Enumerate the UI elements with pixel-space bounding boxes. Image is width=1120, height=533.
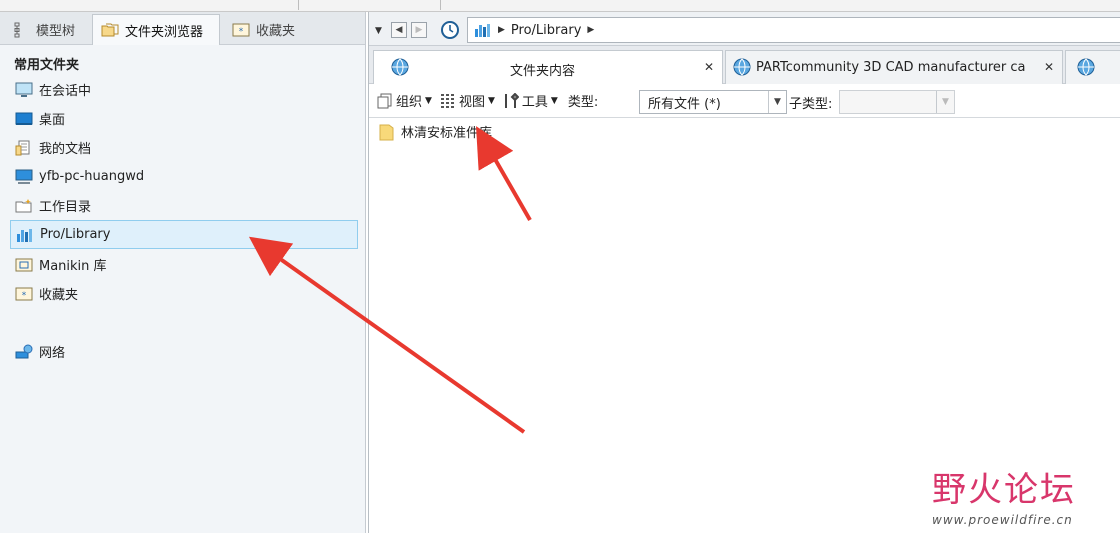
pro-library-icon [15,226,35,244]
watermark: 野火论坛 www.proewildfire.cn [932,462,1076,527]
folder-item-manikin-library[interactable]: Manikin 库 [10,250,358,279]
folder-item-label: Pro/Library [40,227,111,242]
folder-item-label: 在会话中 [39,84,92,99]
chevron-down-icon: ▼ [487,95,495,106]
close-icon[interactable]: ✕ [704,60,714,74]
watermark-title: 野火论坛 [932,462,1076,511]
svg-text:*: * [22,291,27,301]
folder-item-favorites[interactable]: * 收藏夹 [10,279,358,308]
close-icon[interactable]: ✕ [1044,60,1054,74]
folder-item-label: Manikin 库 [39,259,107,274]
folder-item-label: 网络 [39,346,66,361]
folder-item-label: 桌面 [39,113,66,128]
folder-item-in-session[interactable]: 在会话中 [10,75,358,104]
chevron-down-icon: ▼ [425,95,432,106]
tab-folder-contents[interactable]: 文件夹内容 ✕ [373,50,723,84]
navigator-panel: 模型树 文件夹浏览器 * 收藏夹 常用文件夹 在会话中 桌面 我的文档 yfb-… [0,12,366,533]
type-select[interactable]: 所有文件 (*) ▼ [639,90,787,114]
views-label: 视图 [458,95,485,110]
address-bar: ▼ ◀ ▶ ▶ Pro/Library ▶ [369,12,1120,46]
forward-button[interactable]: ▶ [411,22,427,38]
tab-favorites-label: 收藏夹 [256,24,296,39]
folder-item-label: yfb-pc-huangwd [39,169,145,184]
favorites-icon: * [232,21,250,39]
file-item-label: 林清安标准件库 [401,126,493,141]
folder-item-my-documents[interactable]: 我的文档 [10,133,358,162]
browser-panel: ▼ ◀ ▶ ▶ Pro/Library ▶ 文件夹内容 ✕ PARTcommun… [368,12,1120,533]
session-monitor-icon [14,81,34,99]
folder-item-desktop[interactable]: 桌面 [10,104,358,133]
chevron-right-icon[interactable]: ▶ [587,25,594,35]
folder-item-network[interactable]: 网络 [10,337,358,366]
tab-more[interactable] [1065,50,1120,84]
subtype-label: 子类型: [789,97,833,112]
common-folders-title: 常用文件夹 [14,58,80,73]
views-menu[interactable]: 视图 ▼ [440,91,495,110]
type-label: 类型: [567,95,599,110]
address-field[interactable]: ▶ Pro/Library ▶ [467,17,1120,43]
documents-icon [14,139,34,157]
folder-item-label: 收藏夹 [39,288,79,303]
pro-library-icon [474,22,492,38]
desktop-icon [14,110,34,128]
tab-model-tree-label: 模型树 [36,24,76,39]
ribbon-edge [0,0,1120,12]
tab-model-tree[interactable]: 模型树 [4,14,90,45]
folder-item-pro-library[interactable]: Pro/Library [10,220,358,249]
watermark-url: www.proewildfire.cn [932,513,1073,527]
address-path: Pro/Library [510,22,582,38]
tools-menu[interactable]: 工具 ▼ [503,91,558,110]
tab-partcommunity[interactable]: PARTcommunity 3D CAD manufacturer ca ✕ [725,50,1063,84]
back-button[interactable]: ◀ [391,22,407,38]
views-icon [440,93,456,109]
folder-item-computer[interactable]: yfb-pc-huangwd [10,162,358,191]
navigator-tabs: 模型树 文件夹浏览器 * 收藏夹 [0,12,365,45]
favorites-folder-icon: * [14,285,34,303]
tab-folder-browser[interactable]: 文件夹浏览器 [92,14,220,45]
organize-icon [377,93,393,109]
chevron-down-icon: ▼ [768,91,786,113]
file-toolbar: 组织 ▼ 视图 ▼ 工具 ▼ 类型: 所有文件 (*) ▼ 子类型: ▼ [369,84,1120,118]
chevron-right-icon[interactable]: ▶ [498,25,505,35]
organize-menu[interactable]: 组织 ▼ [377,91,432,110]
computer-icon [14,168,34,186]
watermark-title-text: 野火论坛 [932,470,1076,510]
chevron-down-icon[interactable]: ▼ [375,26,382,36]
folder-item-working-directory[interactable]: 工作目录 [10,191,358,220]
svg-text:*: * [239,27,244,37]
tab-folder-browser-label: 文件夹浏览器 [125,24,204,40]
chevron-down-icon: ▼ [936,91,954,113]
network-icon [14,343,34,361]
folder-item-label: 我的文档 [39,142,92,157]
ribbon-separator [440,0,441,10]
history-icon[interactable] [439,20,461,44]
subtype-select[interactable]: ▼ [839,90,955,114]
content-tabs: 文件夹内容 ✕ PARTcommunity 3D CAD manufacture… [369,46,1120,84]
globe-icon [1076,57,1096,81]
tab-partcommunity-label: PARTcommunity 3D CAD manufacturer ca [756,60,1026,75]
tools-icon [503,92,519,109]
tools-label: 工具 [521,95,548,110]
folder-browser-icon [101,21,119,39]
model-tree-icon [12,21,30,39]
manikin-library-icon [14,256,34,274]
folder-icon [379,123,395,141]
type-select-value: 所有文件 (*) [648,96,721,112]
globe-icon [390,57,410,81]
working-directory-icon [14,197,34,215]
tab-favorites[interactable]: * 收藏夹 [224,14,314,45]
chevron-down-icon: ▼ [550,95,558,106]
globe-icon [732,57,752,81]
tab-folder-contents-label: 文件夹内容 [510,64,576,79]
ribbon-separator [298,0,299,10]
folder-item-label: 工作目录 [39,200,92,215]
file-item[interactable]: 林清安标准件库 [379,122,492,141]
organize-label: 组织 [396,95,423,110]
